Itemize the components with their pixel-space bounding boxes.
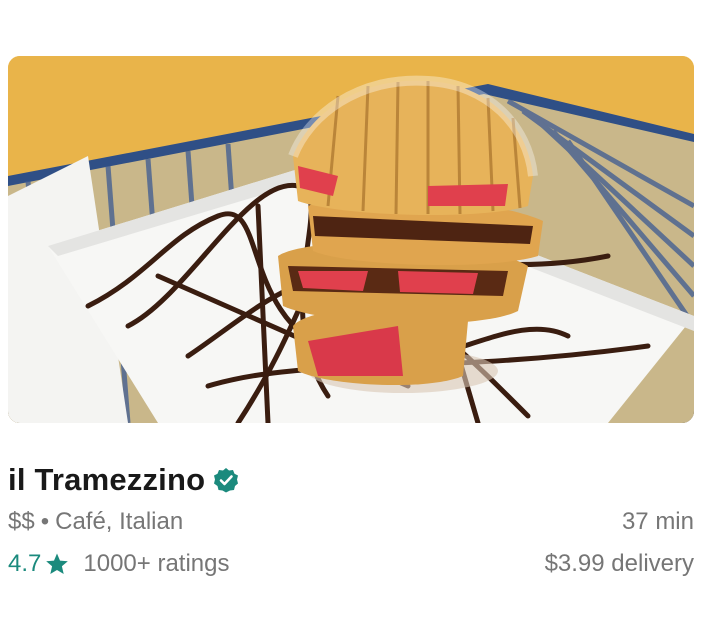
rating-row: 4.7 1000+ ratings <box>8 550 229 578</box>
ratings-count: 1000+ ratings <box>83 550 230 577</box>
store-name: il Tramezzino <box>8 462 206 497</box>
cuisine-tags: Café, Italian <box>55 508 184 535</box>
store-title-row: il Tramezzino <box>8 457 239 503</box>
store-card[interactable]: il Tramezzino $$ • Café, Italian 37 min 4.… <box>0 0 702 623</box>
verified-check-icon <box>213 467 239 493</box>
eta: 37 min <box>621 508 694 535</box>
price-range: $$ <box>8 508 35 535</box>
star-icon <box>45 552 69 576</box>
food-photo <box>8 56 694 423</box>
delivery-fee: $3.99 delivery <box>544 550 694 577</box>
rating-value: 4.7 <box>8 550 42 577</box>
store-meta: $$ • Café, Italian <box>8 508 183 536</box>
store-hero-image[interactable] <box>8 56 694 423</box>
meta-separator: • <box>40 508 50 535</box>
